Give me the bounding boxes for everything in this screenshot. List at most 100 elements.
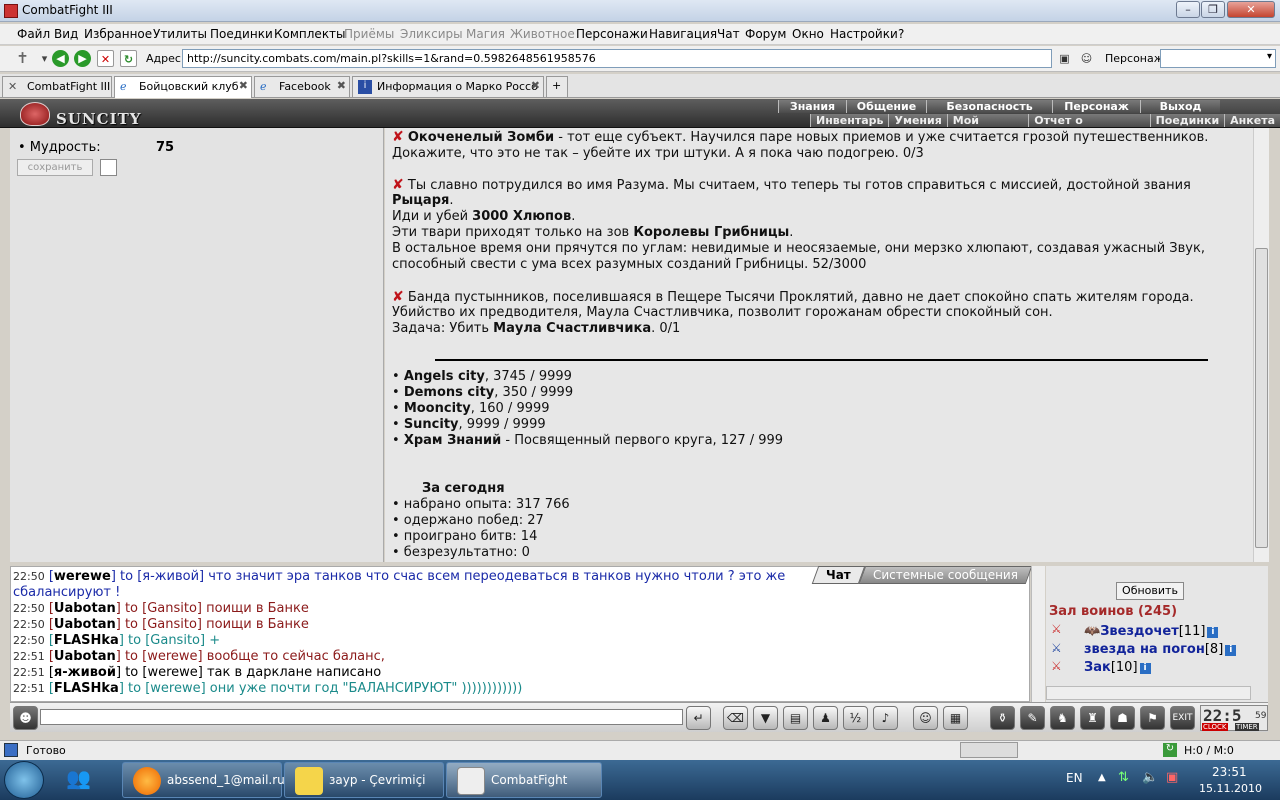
top-nav: Знания Общение Безопасность Персонаж Вых… <box>778 100 1220 113</box>
chat-input[interactable] <box>40 709 683 725</box>
warrior-row[interactable]: 🦇Звездочет[11] i <box>1084 624 1219 639</box>
team-icon[interactable]: ♞ <box>1050 706 1075 730</box>
eraser-icon[interactable]: ⌫ <box>723 706 748 730</box>
stop-icon[interactable]: ✕ <box>97 50 114 67</box>
walk-icon[interactable]: ♟ <box>813 706 838 730</box>
tab-system-messages[interactable]: Системные сообщения <box>858 566 1032 584</box>
menu-navigation[interactable]: Навигация <box>649 27 717 41</box>
menu-forum[interactable]: Форум <box>745 27 786 41</box>
chat-nick[interactable]: Uabotan <box>54 617 116 632</box>
menu-animal[interactable]: Животное <box>510 27 575 41</box>
chat-nick[interactable]: я-живой <box>54 665 116 680</box>
knight-icon[interactable]: ♜ <box>1080 706 1105 730</box>
close-button[interactable]: ✕ <box>1227 1 1275 18</box>
tab-marco-rosso[interactable]: i Информация о Марко Россо ✖ <box>352 76 544 97</box>
refresh-button[interactable]: Обновить <box>1116 582 1184 600</box>
warrior-row[interactable]: Зак[10] i <box>1084 660 1151 675</box>
menu-view[interactable]: Вид <box>54 27 78 41</box>
menu-help[interactable]: ? <box>898 27 904 41</box>
nav-security[interactable]: Безопасность <box>926 100 1052 113</box>
chat-scrollbar[interactable] <box>1031 566 1045 702</box>
start-button[interactable] <box>4 761 44 799</box>
tab-fight-club[interactable]: ℯ Бойцовский клуб ✖ <box>114 76 252 98</box>
task-mail[interactable]: abssend_1@mail.ru <box>122 762 285 798</box>
chat-nick[interactable]: Uabotan <box>54 649 116 664</box>
menu-settings[interactable]: Настройки <box>830 27 898 41</box>
monitor-icon[interactable]: ▣ <box>1166 770 1178 785</box>
tab-close-icon[interactable]: ✖ <box>337 79 346 92</box>
send-icon[interactable]: ↵ <box>686 706 711 730</box>
warrior-row[interactable]: звезда на погон[8] i <box>1084 642 1237 657</box>
tab-combatfight[interactable]: ✕ CombatFight III <box>2 76 112 97</box>
save-button[interactable]: сохранить <box>17 159 93 176</box>
task-chat[interactable]: зayp - Çevrimiçi <box>284 762 444 798</box>
slash-icon[interactable]: ½ <box>843 706 868 730</box>
menu-file[interactable]: Файл <box>17 27 50 41</box>
refresh-icon[interactable]: ↻ <box>120 50 137 67</box>
forward-icon[interactable]: ▶ <box>74 50 91 67</box>
persona-select[interactable]: ▾ <box>1160 49 1276 68</box>
potion-icon[interactable]: ⚱ <box>990 706 1015 730</box>
content-scrollbar[interactable] <box>1253 128 1269 562</box>
menu-elixirs[interactable]: Эликсиры <box>400 27 463 41</box>
filter-icon[interactable]: ▼ <box>753 706 778 730</box>
new-tab-button[interactable]: + <box>546 76 568 97</box>
status-icons[interactable] <box>960 742 1018 758</box>
nav-exit[interactable]: Выход <box>1140 100 1220 113</box>
dropdown-arrow-icon[interactable]: ▾ <box>36 50 53 67</box>
quest-zombie-line1: ✘ Окоченелый Зомби - тот еще субъект. На… <box>392 129 1209 145</box>
chat-nick[interactable]: Uabotan <box>54 601 116 616</box>
menu-sets[interactable]: Комплекты <box>274 27 346 41</box>
volume-icon[interactable]: 🔈 <box>1142 770 1158 785</box>
back-icon[interactable]: ◀ <box>52 50 69 67</box>
subnav-transfer-report[interactable]: Отчет о переводах <box>1028 114 1150 140</box>
nav-character[interactable]: Персонаж <box>1052 100 1140 113</box>
music-icon[interactable]: ♪ <box>873 706 898 730</box>
warriors-hscrollbar[interactable] <box>1046 686 1251 700</box>
maximize-button[interactable]: ❐ <box>1201 1 1225 18</box>
tab-close-icon[interactable]: ✖ <box>531 79 540 92</box>
go-icon[interactable]: ▣ <box>1056 50 1073 67</box>
menu-favorites[interactable]: Избранное <box>84 27 152 41</box>
messenger-icon[interactable]: 👥 <box>66 766 106 794</box>
tab-close-icon[interactable]: ✖ <box>239 79 248 92</box>
pin-icon[interactable]: ✝ <box>14 50 31 67</box>
url-input[interactable]: http://suncity.combats.com/main.pl?skill… <box>182 49 1052 68</box>
language-indicator[interactable]: EN <box>1066 771 1083 785</box>
helmet-icon[interactable]: ☗ <box>1110 706 1135 730</box>
subnav-profile[interactable]: Анкета <box>1224 114 1280 127</box>
task-combatfight[interactable]: CombatFight <box>446 762 602 798</box>
subnav-skills[interactable]: Умения <box>888 114 947 127</box>
flag-icon[interactable]: ⚑ <box>1140 706 1165 730</box>
nav-knowledge[interactable]: Знания <box>778 100 846 113</box>
smiley-icon[interactable]: ☺ <box>913 706 938 730</box>
tab-facebook[interactable]: ℯ Facebook ✖ <box>254 76 350 97</box>
menu-chat[interactable]: Чат <box>717 27 740 41</box>
chat-nick[interactable]: werewe <box>54 569 111 584</box>
exit-icon[interactable]: EXIT <box>1170 706 1195 730</box>
minimize-button[interactable]: – <box>1176 1 1200 18</box>
menu-window[interactable]: Окно <box>792 27 824 41</box>
menu-utilities[interactable]: Утилиты <box>153 27 207 41</box>
nav-communication[interactable]: Общение <box>846 100 926 113</box>
speak-icon[interactable]: ☻ <box>13 706 38 730</box>
subnav-fights[interactable]: Поединки <box>1149 114 1225 127</box>
save-log-icon[interactable]: ▤ <box>783 706 808 730</box>
menu-fights[interactable]: Поединки <box>210 27 273 41</box>
network-icon[interactable]: ⇅ <box>1118 770 1129 785</box>
translit-icon[interactable]: ▦ <box>943 706 968 730</box>
users-icon[interactable]: ☺ <box>1078 50 1095 67</box>
chat-nick[interactable]: FLASHka <box>54 681 119 696</box>
menu-techniques[interactable]: Приёмы <box>344 27 394 41</box>
left-panel: • Мудрость: 75 сохранить <box>10 128 384 562</box>
scroll-icon[interactable]: ✎ <box>1020 706 1045 730</box>
scroll-thumb[interactable] <box>1255 248 1268 548</box>
tray-arrow-icon[interactable]: ▲ <box>1098 772 1106 783</box>
subnav-inventory[interactable]: Инвентарь <box>810 114 889 127</box>
save-checkbox[interactable] <box>100 159 117 176</box>
tab-chat[interactable]: Чат <box>811 566 866 584</box>
menu-magic[interactable]: Магия <box>466 27 505 41</box>
menu-characters[interactable]: Персонажи <box>576 27 648 41</box>
chat-nick[interactable]: FLASHka <box>54 633 119 648</box>
subnav-my-scroll[interactable]: Мой Скролл <box>946 114 1029 140</box>
